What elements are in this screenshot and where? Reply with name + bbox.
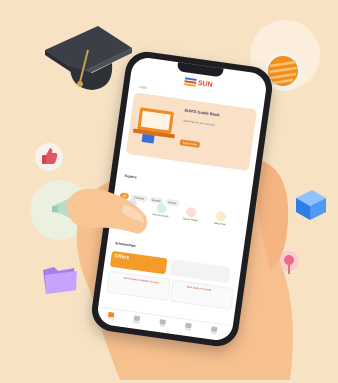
illustration-scene: SUN Hello SUN'S Guide Book Study Plan fo… xyxy=(0,0,338,383)
nav-label: Explore xyxy=(132,321,141,325)
promo-banner[interactable]: SUN'S Guide Book Study Plan for your suc… xyxy=(125,92,258,171)
nav-label: Chat xyxy=(159,325,165,328)
profile-icon xyxy=(210,326,218,333)
nav-label: Home xyxy=(107,317,114,321)
feature-label: Career Finder xyxy=(182,217,199,223)
banner-subtitle: Study Plan for your success xyxy=(182,119,215,127)
feature-about[interactable]: About Sun xyxy=(207,210,235,227)
nav-chat[interactable]: Chat xyxy=(152,318,173,329)
nav-profile[interactable]: Profile xyxy=(204,325,225,336)
chat-icon xyxy=(159,319,167,325)
explore-icon xyxy=(133,315,141,322)
article-card[interactable]: Sun's Guide to Masters Courses xyxy=(106,270,171,301)
nav-explore[interactable]: Explore xyxy=(126,315,147,326)
article-title: Sun's Guide to Masters Courses xyxy=(123,276,160,285)
logo-text: SUN xyxy=(197,79,213,89)
nav-home[interactable]: Home xyxy=(101,311,122,322)
study-icon xyxy=(155,202,168,214)
logo-icon xyxy=(183,77,197,87)
nav-label: Saved xyxy=(184,328,192,332)
nav-saved[interactable]: Saved xyxy=(178,322,199,333)
banner-button[interactable]: Learn more xyxy=(179,139,201,148)
phone-notch xyxy=(176,62,224,78)
feature-career[interactable]: Career Finder xyxy=(177,206,205,223)
thumb-illustration xyxy=(66,188,147,234)
graduation-cap-icon xyxy=(45,26,132,90)
article-card[interactable]: SUN Study in Canada xyxy=(169,279,235,310)
article-title: SUN Study in Canada xyxy=(186,285,212,292)
feature-label: About Sun xyxy=(213,221,226,227)
banner-title: SUN'S Guide Book xyxy=(184,107,221,118)
greeting-text: Hello xyxy=(138,84,148,91)
banner-laptop-icon xyxy=(132,107,175,144)
bookmark-icon xyxy=(185,322,192,329)
career-icon xyxy=(185,206,197,219)
home-icon xyxy=(107,311,115,318)
about-icon xyxy=(215,210,227,223)
nav-label: Profile xyxy=(210,332,217,336)
